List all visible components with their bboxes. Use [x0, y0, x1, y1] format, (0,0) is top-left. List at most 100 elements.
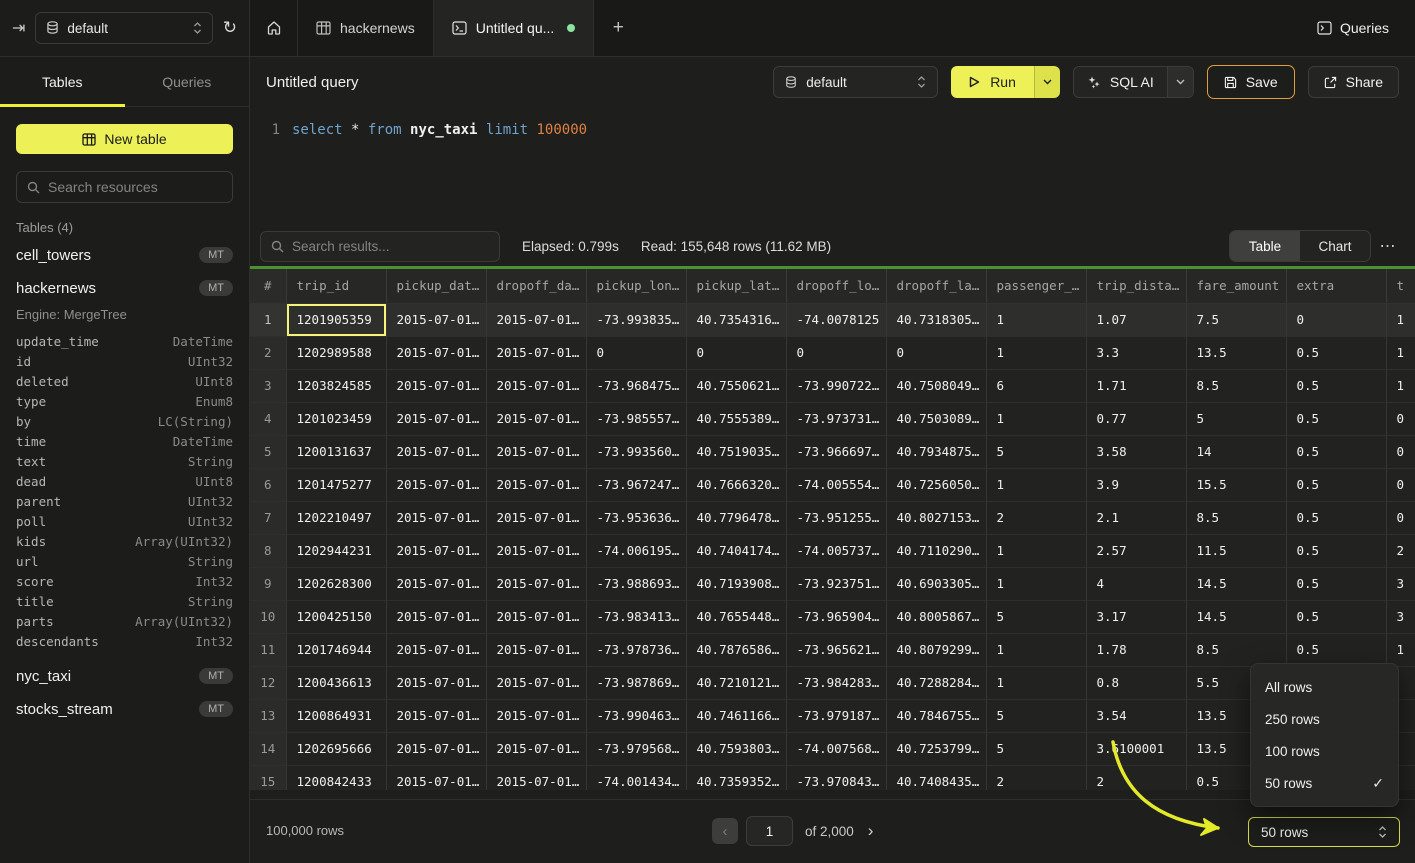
table-cell[interactable]: -74.001434…: [586, 765, 686, 790]
table-cell[interactable]: 2.1: [1086, 501, 1186, 534]
table-cell[interactable]: 0.5: [1286, 468, 1386, 501]
table-cell[interactable]: 5: [1186, 402, 1286, 435]
table-cell[interactable]: 0: [686, 336, 786, 369]
table-cell[interactable]: 40.7461166…: [686, 699, 786, 732]
table-cell[interactable]: 6: [986, 369, 1086, 402]
column-header[interactable]: passenger_…: [986, 269, 1086, 303]
header-database-selector[interactable]: default: [773, 66, 938, 98]
table-cell[interactable]: -73.993835…: [586, 303, 686, 336]
table-cell[interactable]: 2: [986, 765, 1086, 790]
table-cell[interactable]: 2015-07-01…: [486, 501, 586, 534]
table-cell[interactable]: 40.7318305…: [886, 303, 986, 336]
table-cell[interactable]: 5: [986, 435, 1086, 468]
table-cell[interactable]: 0.5: [1286, 336, 1386, 369]
new-tab-button[interactable]: +: [594, 0, 642, 56]
table-cell[interactable]: 40.7210121…: [686, 666, 786, 699]
view-toggle-segment[interactable]: Chart: [1300, 231, 1370, 261]
table-cell[interactable]: 1201023459: [286, 402, 386, 435]
table-cell[interactable]: 0.5: [1286, 534, 1386, 567]
table-cell[interactable]: 3.6100001: [1086, 732, 1186, 765]
table-cell[interactable]: 1202695666: [286, 732, 386, 765]
table-cell[interactable]: 3.58: [1086, 435, 1186, 468]
table-cell[interactable]: 8.5: [1186, 501, 1286, 534]
table-cell[interactable]: 0.5: [1286, 600, 1386, 633]
table-cell[interactable]: 14: [1186, 435, 1286, 468]
page-number-input[interactable]: [746, 816, 793, 846]
sidebar-item-cell-towers[interactable]: cell_towers MT: [16, 244, 233, 266]
table-cell[interactable]: 0.5: [1286, 633, 1386, 666]
run-options-button[interactable]: [1034, 66, 1060, 98]
table-cell[interactable]: 0: [786, 336, 886, 369]
collapse-sidebar-icon[interactable]: ⇥: [12, 18, 25, 38]
table-cell[interactable]: 40.7354316…: [686, 303, 786, 336]
table-cell[interactable]: -73.923751…: [786, 567, 886, 600]
table-cell[interactable]: 2015-07-01…: [386, 699, 486, 732]
table-cell[interactable]: 2015-07-01…: [386, 765, 486, 790]
table-cell[interactable]: 2015-07-01…: [386, 666, 486, 699]
table-cell[interactable]: -73.968475…: [586, 369, 686, 402]
page-size-select[interactable]: 50 rows: [1248, 817, 1400, 847]
table-cell[interactable]: 2015-07-01…: [486, 732, 586, 765]
table-cell[interactable]: 2015-07-01…: [386, 732, 486, 765]
table-cell[interactable]: 1200842433: [286, 765, 386, 790]
column-header[interactable]: trip_id: [286, 269, 386, 303]
table-cell[interactable]: 40.7408435…: [886, 765, 986, 790]
table-cell[interactable]: 40.7110290…: [886, 534, 986, 567]
table-cell[interactable]: 14.5: [1186, 567, 1286, 600]
table-cell[interactable]: 1.78: [1086, 633, 1186, 666]
table-cell[interactable]: 1202944231: [286, 534, 386, 567]
table-cell[interactable]: -73.984283…: [786, 666, 886, 699]
table-cell[interactable]: 1: [986, 336, 1086, 369]
table-cell[interactable]: 1201475277: [286, 468, 386, 501]
table-cell[interactable]: 8.5: [1186, 633, 1286, 666]
table-cell[interactable]: -74.005737…: [786, 534, 886, 567]
table-cell[interactable]: 2015-07-01…: [386, 336, 486, 369]
table-cell[interactable]: 1: [986, 402, 1086, 435]
table-cell[interactable]: 40.7519035…: [686, 435, 786, 468]
table-cell[interactable]: 3.17: [1086, 600, 1186, 633]
table-cell[interactable]: 40.7593803…: [686, 732, 786, 765]
table-cell[interactable]: -73.978736…: [586, 633, 686, 666]
sidebar-item-nyc-taxi[interactable]: nyc_taxi MT: [16, 665, 233, 687]
table-cell[interactable]: 8.5: [1186, 369, 1286, 402]
table-cell[interactable]: 1: [986, 567, 1086, 600]
table-cell[interactable]: 1202210497: [286, 501, 386, 534]
new-table-button[interactable]: New table: [16, 124, 233, 154]
table-cell[interactable]: 0.5: [1286, 402, 1386, 435]
table-cell[interactable]: 1: [986, 534, 1086, 567]
more-options-icon[interactable]: ⋯: [1371, 236, 1405, 256]
table-cell[interactable]: 0.8: [1086, 666, 1186, 699]
table-cell[interactable]: 2015-07-01…: [486, 369, 586, 402]
table-cell[interactable]: 2015-07-01…: [386, 468, 486, 501]
table-cell[interactable]: 40.7193908…: [686, 567, 786, 600]
table-cell[interactable]: 40.7876586…: [686, 633, 786, 666]
table-cell[interactable]: 1200425150: [286, 600, 386, 633]
refresh-icon[interactable]: ↻: [223, 18, 237, 38]
column-header[interactable]: extra: [1286, 269, 1386, 303]
table-cell[interactable]: -73.966697…: [786, 435, 886, 468]
page-size-menu-item[interactable]: All rows ✓: [1251, 671, 1398, 703]
sidebar-database-selector[interactable]: default: [35, 12, 212, 44]
table-cell[interactable]: 5: [986, 732, 1086, 765]
search-resources-input[interactable]: [48, 179, 222, 195]
table-cell[interactable]: 0: [1386, 468, 1415, 501]
view-toggle-segment[interactable]: Table: [1230, 231, 1300, 261]
table-cell[interactable]: 3.3: [1086, 336, 1186, 369]
table-cell[interactable]: 40.7359352…: [686, 765, 786, 790]
table-cell[interactable]: 1.71: [1086, 369, 1186, 402]
table-cell[interactable]: 1: [1386, 303, 1415, 336]
table-cell[interactable]: 1202989588: [286, 336, 386, 369]
table-cell[interactable]: 40.7666320…: [686, 468, 786, 501]
table-cell[interactable]: 2015-07-01…: [386, 567, 486, 600]
table-cell[interactable]: 2015-07-01…: [386, 402, 486, 435]
sidebar-item-stocks-stream[interactable]: stocks_stream MT: [16, 698, 233, 720]
table-cell[interactable]: 1: [986, 303, 1086, 336]
table-cell[interactable]: 0: [886, 336, 986, 369]
table-cell[interactable]: -73.990722…: [786, 369, 886, 402]
table-cell[interactable]: 40.7550621…: [686, 369, 786, 402]
table-cell[interactable]: 2.57: [1086, 534, 1186, 567]
tab-home[interactable]: [250, 0, 298, 56]
table-cell[interactable]: 2015-07-01…: [486, 567, 586, 600]
run-button[interactable]: Run: [951, 66, 1034, 98]
table-cell[interactable]: 3.54: [1086, 699, 1186, 732]
